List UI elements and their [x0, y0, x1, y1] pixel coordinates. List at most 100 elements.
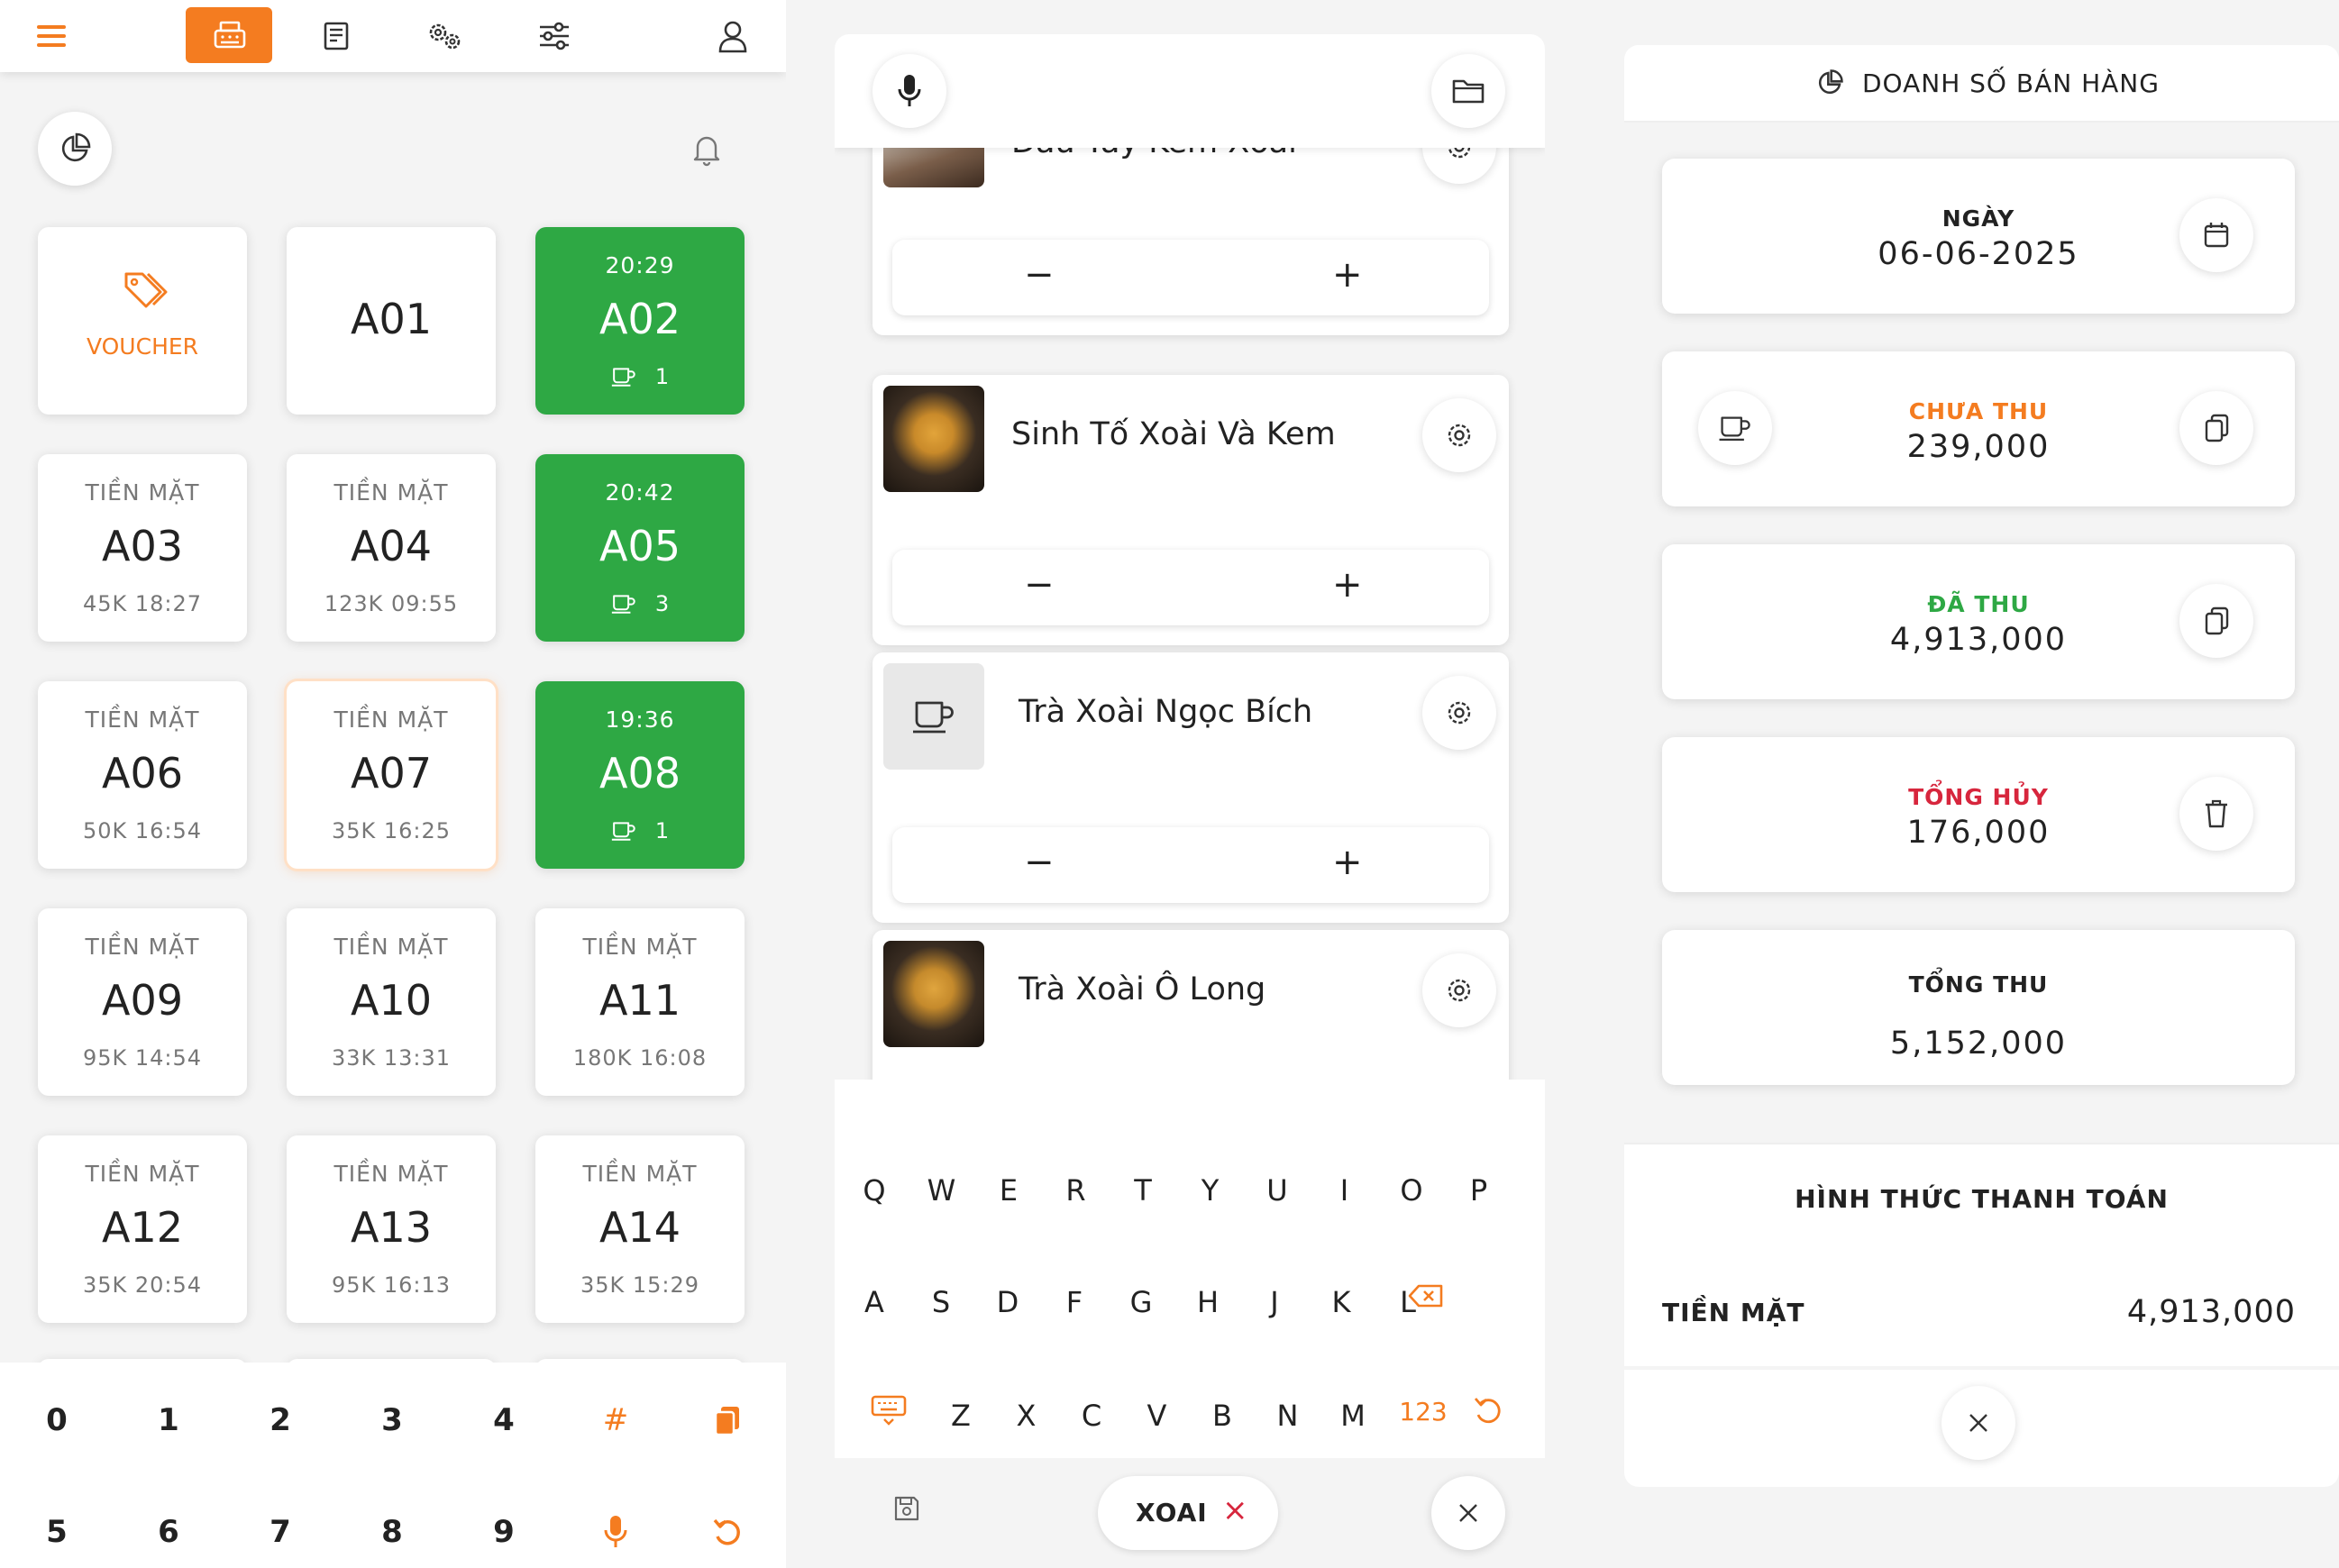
table-tile-a07[interactable]: TIỀN MẶT A07 35K 16:25 [287, 681, 496, 869]
order-time: 19:36 [605, 707, 675, 733]
numpad-key[interactable]: 5 [25, 1505, 88, 1559]
keyboard-toggle-key[interactable] [871, 1395, 925, 1431]
table-tile-a02[interactable]: 20:29 A02 1 [535, 227, 745, 415]
key-c[interactable]: C [1064, 1399, 1119, 1433]
key-j[interactable]: J [1247, 1285, 1302, 1319]
copy-unpaid-button[interactable] [2179, 391, 2253, 465]
hash-key[interactable]: # [584, 1393, 647, 1447]
user-icon[interactable] [712, 18, 754, 54]
undo-key[interactable] [1473, 1395, 1509, 1431]
reports-button[interactable] [38, 112, 112, 186]
amount-time: 35K 20:54 [82, 1272, 203, 1298]
table-tile-a01[interactable]: A01 [287, 227, 496, 415]
key-y[interactable]: Y [1183, 1173, 1238, 1208]
calendar-button[interactable] [2179, 198, 2253, 272]
product-name: Sinh Tố Xoài Và Kem [1011, 416, 1336, 452]
numpad-key[interactable]: 1 [137, 1393, 200, 1447]
table-tile-a03[interactable]: TIỀN MẶT A03 45K 18:27 [38, 454, 247, 642]
numpad-key[interactable]: 4 [472, 1393, 535, 1447]
key-f[interactable]: F [1047, 1285, 1101, 1319]
numpad-key[interactable]: 9 [472, 1505, 535, 1559]
key-s[interactable]: S [914, 1285, 968, 1319]
product-settings-button[interactable] [1422, 676, 1496, 750]
decrease-button[interactable]: − [1024, 842, 1055, 883]
table-tile-a10[interactable]: TIỀN MẶT A10 33K 13:31 [287, 908, 496, 1096]
numpad-key[interactable]: 2 [249, 1393, 312, 1447]
key-d[interactable]: D [981, 1285, 1035, 1319]
close-button[interactable] [1431, 1476, 1505, 1550]
increase-button[interactable]: + [1332, 564, 1363, 606]
product-settings-button[interactable] [1422, 398, 1496, 472]
item-count: 1 [654, 818, 671, 843]
table-tile-a12[interactable]: TIỀN MẶT A12 35K 20:54 [38, 1135, 247, 1323]
decrease-button[interactable]: − [1024, 254, 1055, 296]
clear-search-icon[interactable]: × [1222, 1492, 1248, 1528]
numpad-key[interactable]: 6 [137, 1505, 200, 1559]
table-tile-a06[interactable]: TIỀN MẶT A06 50K 16:54 [38, 681, 247, 869]
search-chip-text: XOAI [1136, 1498, 1208, 1527]
table-tile-a08[interactable]: 19:36 A08 1 [535, 681, 745, 869]
report-title: DOANH SỐ BÁN HÀNG [1862, 68, 2160, 98]
table-tile-a04[interactable]: TIỀN MẶT A04 123K 09:55 [287, 454, 496, 642]
key-g[interactable]: G [1114, 1285, 1168, 1319]
key-q[interactable]: Q [847, 1173, 901, 1208]
undo-key[interactable] [696, 1505, 759, 1559]
table-tile-a11[interactable]: TIỀN MẶT A11 180K 16:08 [535, 908, 745, 1096]
increase-button[interactable]: + [1332, 842, 1363, 883]
menu-icon[interactable] [31, 18, 72, 54]
save-button[interactable] [892, 1494, 928, 1530]
settings-gears-icon[interactable] [424, 18, 465, 54]
key-t[interactable]: T [1116, 1173, 1170, 1208]
copy-key[interactable] [696, 1393, 759, 1447]
kitchen-order-icon[interactable] [315, 18, 357, 54]
payment-status: TIỀN MẶT [85, 707, 200, 733]
filters-icon[interactable] [534, 18, 575, 54]
key-e[interactable]: E [982, 1173, 1036, 1208]
key-i[interactable]: I [1318, 1173, 1372, 1208]
key-u[interactable]: U [1250, 1173, 1304, 1208]
key-m[interactable]: M [1326, 1399, 1380, 1433]
table-name: A11 [598, 976, 681, 1025]
key-h[interactable]: H [1181, 1285, 1235, 1319]
table-name: A09 [101, 976, 183, 1025]
increase-button[interactable]: + [1332, 254, 1363, 296]
numpad-key[interactable]: 3 [361, 1393, 424, 1447]
key-n[interactable]: N [1261, 1399, 1315, 1433]
payment-status: TIỀN MẶT [85, 934, 200, 960]
table-tile-a05[interactable]: 20:42 A05 3 [535, 454, 745, 642]
table-tile-a14[interactable]: TIỀN MẶT A14 35K 15:29 [535, 1135, 745, 1323]
table-tile-a13[interactable]: TIỀN MẶT A13 95K 16:13 [287, 1135, 496, 1323]
key-b[interactable]: B [1195, 1399, 1249, 1433]
key-r[interactable]: R [1049, 1173, 1103, 1208]
copy-paid-button[interactable] [2179, 584, 2253, 658]
product-settings-button[interactable] [1422, 953, 1496, 1027]
numpad-key[interactable]: 8 [361, 1505, 424, 1559]
key-v[interactable]: V [1130, 1399, 1184, 1433]
payment-status: TIỀN MẶT [582, 934, 698, 960]
key-w[interactable]: W [915, 1173, 969, 1208]
key-z[interactable]: Z [934, 1399, 988, 1433]
key-l[interactable]: L [1381, 1285, 1435, 1319]
numpad-key[interactable]: 0 [25, 1393, 88, 1447]
key-x[interactable]: X [1000, 1399, 1054, 1433]
numpad-key[interactable]: 7 [249, 1505, 312, 1559]
search-chip[interactable]: XOAI × [1098, 1476, 1278, 1550]
amount-time: 180K 16:08 [572, 1045, 708, 1071]
key-k[interactable]: K [1314, 1285, 1368, 1319]
voice-search-button[interactable] [873, 54, 946, 128]
key-a[interactable]: A [847, 1285, 901, 1319]
key-o[interactable]: O [1384, 1173, 1439, 1208]
key-p[interactable]: P [1452, 1173, 1506, 1208]
decrease-button[interactable]: − [1024, 564, 1055, 606]
voucher-tile[interactable]: VOUCHER [38, 227, 247, 415]
pos-tab-button[interactable] [186, 7, 272, 63]
item-count: 1 [654, 364, 671, 389]
bell-icon[interactable] [690, 132, 728, 169]
numbers-key[interactable]: 123 [1392, 1397, 1455, 1427]
calendar-icon [2204, 223, 2229, 248]
category-folder-button[interactable] [1431, 54, 1505, 128]
mic-key[interactable] [584, 1505, 647, 1559]
close-report-button[interactable] [1942, 1386, 2015, 1460]
cancelled-orders-button[interactable] [2179, 777, 2253, 851]
table-tile-a09[interactable]: TIỀN MẶT A09 95K 14:54 [38, 908, 247, 1096]
